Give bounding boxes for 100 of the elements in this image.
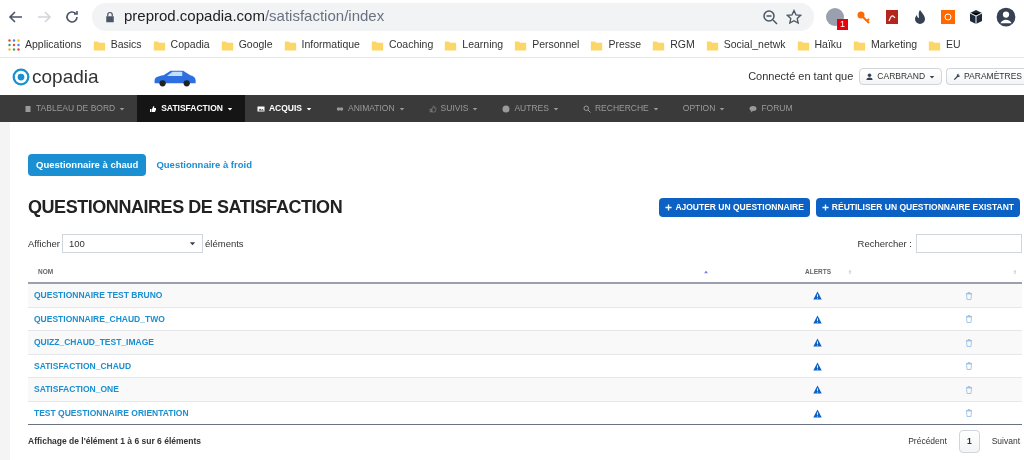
trash-icon bbox=[965, 291, 973, 300]
apps-grid-icon bbox=[8, 39, 20, 51]
folder-icon bbox=[852, 38, 866, 52]
elements-label: éléments bbox=[205, 236, 244, 251]
caret-icon bbox=[472, 105, 479, 112]
caret-icon bbox=[652, 105, 659, 112]
search-field[interactable] bbox=[916, 234, 1022, 254]
speech-bubble-icon bbox=[749, 104, 758, 113]
trash-icon bbox=[965, 338, 973, 347]
nav-item[interactable]: AUTRES bbox=[490, 95, 571, 122]
bookmark-item[interactable]: Basics bbox=[92, 37, 142, 53]
folder-icon bbox=[514, 38, 528, 52]
bookmark-item[interactable]: EU bbox=[928, 37, 961, 53]
logo-text: copadia bbox=[32, 67, 99, 86]
page-length-dropdown[interactable]: 100 bbox=[62, 234, 204, 254]
table-info: Affichage de l'élément 1 à 6 sur 6 éléments bbox=[28, 435, 202, 448]
connected-label: Connecté en tant que bbox=[748, 69, 854, 85]
cube-icon bbox=[968, 8, 984, 25]
page-button[interactable]: 1 bbox=[958, 430, 980, 453]
bookmark-item[interactable]: Copadia bbox=[152, 37, 210, 53]
thumbs-up-icon bbox=[149, 104, 158, 113]
trash-icon bbox=[965, 315, 973, 323]
star-icon bbox=[786, 8, 802, 25]
folder-icon bbox=[652, 38, 666, 52]
bookmark-item[interactable]: Presse bbox=[590, 37, 642, 53]
bookmark-item[interactable]: Personnel bbox=[514, 37, 580, 53]
nav-item[interactable]: ANIMATION bbox=[324, 95, 417, 122]
add-button[interactable]: AJOUTER UN QUESTIONNAIRE bbox=[659, 198, 810, 218]
nav-item[interactable]: SUIVIS bbox=[416, 95, 491, 122]
nav-item[interactable]: RECHERCHE bbox=[570, 95, 671, 122]
pdf-icon bbox=[884, 8, 900, 25]
tab[interactable]: Questionnaire à froid bbox=[148, 154, 260, 177]
bookmark-item[interactable]: Applications bbox=[8, 37, 82, 53]
account-icon bbox=[996, 6, 1016, 27]
warning-icon bbox=[813, 314, 822, 324]
folder-icon bbox=[92, 38, 106, 52]
questionnaire-link[interactable]: SATISFACTION_CHAUD bbox=[28, 359, 713, 373]
folder-icon bbox=[152, 38, 166, 52]
nav-item[interactable]: FORUM bbox=[737, 95, 805, 122]
trash-icon bbox=[965, 385, 973, 394]
plus-icon bbox=[665, 204, 673, 212]
nav-item[interactable]: ACQUIS bbox=[244, 95, 324, 122]
thumbs-up-icon bbox=[428, 104, 437, 113]
bookmark-item[interactable]: Haïku bbox=[796, 37, 842, 53]
plus-icon bbox=[821, 204, 829, 212]
search-icon bbox=[582, 104, 591, 113]
sort-ascending-icon bbox=[703, 269, 709, 276]
folder-icon bbox=[590, 38, 604, 52]
reload-icon bbox=[64, 8, 80, 25]
book-icon bbox=[24, 104, 32, 113]
caret-icon bbox=[552, 105, 559, 112]
next-link[interactable]: Suivant bbox=[991, 435, 1020, 448]
warning-icon bbox=[813, 338, 822, 347]
questionnaire-link[interactable]: TEST QUESTIONNAIRE ORIENTATION bbox=[28, 406, 713, 420]
nav-item[interactable]: OPTION bbox=[670, 95, 738, 122]
reuse-button[interactable]: RÉUTILISER UN QUESTIONNAIRE EXISTANT bbox=[815, 198, 1020, 218]
zoom-out-icon bbox=[762, 8, 778, 25]
questionnaire-link[interactable]: QUESTIONNAIRE_CHAUD_TWO bbox=[28, 312, 713, 326]
wrench-icon bbox=[953, 73, 961, 80]
settings-button[interactable]: PARAMÈTRES bbox=[946, 68, 1024, 85]
caret-icon bbox=[929, 73, 936, 80]
tab[interactable]: Questionnaire à chaud bbox=[28, 154, 147, 177]
bookmark-item[interactable]: Informatique bbox=[283, 37, 360, 53]
caret-icon bbox=[398, 105, 405, 112]
address-bar[interactable]: preprod.copadia.com/satisfaction/index bbox=[92, 2, 814, 31]
bookmark-item[interactable]: Social_netwk bbox=[705, 37, 786, 53]
url-text: preprod.copadia.com/satisfaction/index bbox=[124, 6, 385, 27]
flame-icon bbox=[912, 8, 928, 25]
nav-item[interactable]: SATISFACTION bbox=[137, 95, 245, 122]
notification-badge: 1 bbox=[837, 18, 848, 30]
previous-link[interactable]: Précédent bbox=[908, 435, 947, 448]
warning-icon bbox=[813, 385, 822, 394]
bookmark-item[interactable]: Learning bbox=[444, 37, 504, 53]
user-menu-button[interactable]: CARBRAND bbox=[859, 68, 943, 85]
bookmark-item[interactable]: Google bbox=[220, 37, 273, 53]
caret-icon bbox=[226, 105, 233, 112]
page-title: QUESTIONNAIRES DE SATISFACTION bbox=[28, 196, 343, 220]
logo-icon bbox=[12, 67, 30, 86]
folder-icon bbox=[928, 38, 942, 52]
caret-icon bbox=[189, 240, 197, 248]
square-extension-icon bbox=[940, 8, 956, 25]
folder-icon bbox=[283, 38, 297, 52]
forward-arrow-icon bbox=[36, 8, 52, 25]
show-label: Afficher bbox=[28, 236, 61, 251]
folder-icon bbox=[370, 38, 384, 52]
back-arrow-icon bbox=[8, 8, 24, 25]
caret-icon bbox=[719, 105, 726, 112]
nav-item[interactable]: TABLEAU DE BORD bbox=[12, 95, 138, 122]
image-icon bbox=[256, 104, 265, 113]
user-icon bbox=[866, 73, 874, 80]
search-label: Rechercher : bbox=[857, 236, 912, 251]
caret-icon bbox=[306, 105, 312, 112]
trash-icon bbox=[965, 409, 973, 417]
trash-icon bbox=[965, 362, 973, 370]
bookmark-item[interactable]: RGM bbox=[652, 37, 695, 53]
caret-icon bbox=[119, 105, 126, 112]
bookmark-item[interactable]: Marketing bbox=[852, 37, 918, 53]
folder-icon bbox=[705, 38, 719, 52]
lock-icon bbox=[104, 10, 116, 23]
bookmark-item[interactable]: Coaching bbox=[370, 37, 434, 53]
